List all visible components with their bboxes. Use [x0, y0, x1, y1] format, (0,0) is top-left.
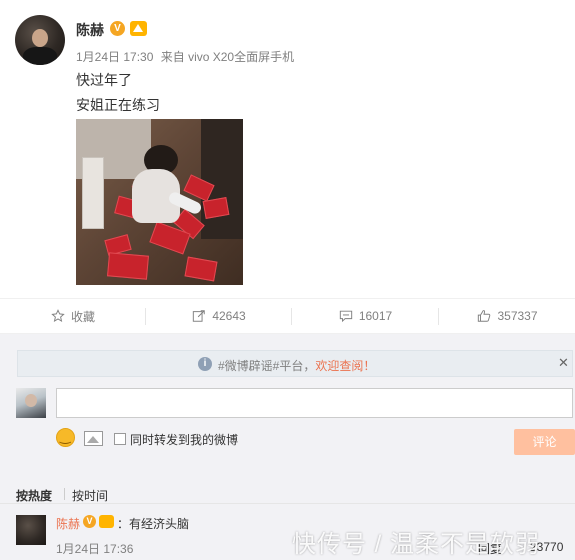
favorite-button[interactable]: 收藏 — [0, 299, 145, 333]
red-envelope — [107, 252, 149, 280]
post-date[interactable]: 1月24日 17:30 — [76, 50, 153, 64]
post-text-line: 安姐正在练习 — [76, 97, 160, 113]
red-envelope — [184, 256, 218, 282]
watermark: 快传号 / 温柔不是软弱 — [292, 531, 541, 558]
info-icon: i — [198, 357, 212, 371]
post-meta: 1月24日 17:30 来自 vivo X20全面屏手机 — [76, 48, 298, 65]
comment-count: 16017 — [358, 309, 393, 323]
verified-icon[interactable]: V — [110, 21, 125, 36]
vip-crown-icon[interactable] — [130, 21, 147, 36]
comment-input[interactable] — [56, 388, 573, 418]
author-name[interactable]: 陈赫 — [76, 20, 104, 40]
notice-text: #微博辟谣#平台，欢迎查阅！ — [218, 357, 375, 374]
thumbs-up-icon — [478, 310, 491, 322]
avatar-body — [23, 47, 57, 65]
comment-date: 1月24日 17:36 — [56, 542, 134, 556]
submit-comment-button[interactable]: 评论 — [514, 429, 575, 455]
post-action-bar: 收藏 42643 16017 357337 — [0, 298, 575, 334]
avatar-face — [32, 29, 48, 47]
notice-message: #微博辟谣#平台， — [218, 359, 316, 373]
emoji-icon[interactable] — [56, 428, 75, 447]
photo-stand — [82, 157, 104, 229]
notice-link[interactable]: 欢迎查阅！ — [315, 359, 375, 373]
repost-count: 42643 — [212, 309, 246, 323]
like-count: 357337 — [497, 309, 538, 323]
repost-checkbox[interactable] — [114, 433, 126, 445]
comment-button[interactable]: 16017 — [292, 299, 438, 333]
commenter-avatar[interactable] — [16, 515, 46, 545]
star-icon — [51, 309, 65, 322]
vip-crown-icon[interactable] — [99, 515, 114, 528]
verified-icon[interactable]: V — [83, 515, 96, 528]
commenter-name[interactable]: 陈赫 — [56, 515, 80, 532]
comment-text: ：有经济头脑 — [117, 517, 190, 531]
sort-by-hot-tab[interactable]: 按热度 — [16, 487, 52, 504]
comment-sort-bar: 按热度 按时间 — [0, 474, 575, 504]
rumor-notice-banner: i #微博辟谣#平台，欢迎查阅！ ✕ — [17, 350, 573, 377]
post-text-line: 快过年了 — [76, 72, 132, 88]
image-icon[interactable] — [84, 431, 103, 446]
post-source: 来自 vivo X20全面屏手机 — [160, 50, 295, 64]
like-button[interactable]: 357337 — [439, 299, 575, 333]
repost-button[interactable]: 42643 — [146, 299, 291, 333]
comment-icon — [339, 310, 352, 323]
repost-checkbox-label[interactable]: 同时转发到我的微博 — [130, 431, 238, 448]
sort-by-time-tab[interactable]: 按时间 — [72, 487, 108, 504]
post-photo[interactable] — [76, 119, 243, 285]
divider — [64, 488, 65, 500]
close-icon[interactable]: ✕ — [558, 355, 569, 371]
photo-door — [201, 119, 243, 239]
author-avatar[interactable] — [15, 15, 65, 65]
weibo-post: 陈赫 V 1月24日 17:30 来自 vivo X20全面屏手机 快过年了 安… — [0, 0, 575, 298]
my-avatar[interactable] — [16, 388, 46, 418]
favorite-label: 收藏 — [70, 309, 95, 324]
repost-icon — [193, 310, 206, 322]
